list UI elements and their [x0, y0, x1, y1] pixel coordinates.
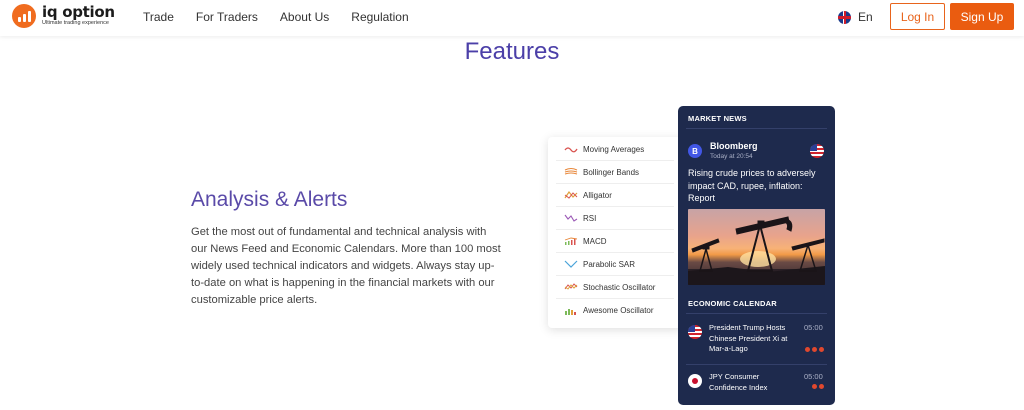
importance-indicator: [805, 347, 824, 352]
login-button[interactable]: Log In: [890, 3, 945, 30]
calendar-event-title[interactable]: JPY Consumer Confidence Index: [709, 372, 799, 393]
alligator-icon: [564, 190, 578, 199]
language-selector[interactable]: En: [838, 10, 873, 24]
indicator-item[interactable]: Bollinger Bands: [556, 161, 674, 184]
indicator-label: Bollinger Bands: [583, 167, 640, 177]
nav-for-traders[interactable]: For Traders: [196, 10, 258, 24]
nav-about-us[interactable]: About Us: [280, 10, 329, 24]
rsi-icon: [564, 214, 578, 222]
logo-name: iq option: [42, 3, 115, 22]
indicators-list: Moving Averages Bollinger Bands Alligato…: [548, 137, 682, 328]
us-flag-icon: [688, 325, 702, 339]
market-news-header: MARKET NEWS: [688, 114, 747, 123]
indicator-item[interactable]: Awesome Oscillator: [556, 299, 674, 322]
bollinger-bands-icon: [564, 168, 578, 175]
indicator-label: Parabolic SAR: [583, 259, 636, 269]
calendar-event-time: 05:00: [804, 323, 823, 332]
news-timestamp: Today at 20:54: [710, 153, 753, 160]
signup-button[interactable]: Sign Up: [950, 3, 1014, 30]
indicator-label: Awesome Oscillator: [583, 306, 654, 315]
calendar-event-time: 05:00: [804, 372, 823, 381]
divider: [686, 313, 827, 314]
calendar-event-title[interactable]: President Trump Hosts Chinese President …: [709, 323, 799, 355]
logo-tagline: Ultimate trading experience: [42, 20, 109, 27]
main-nav: Trade For Traders About Us Regulation: [143, 0, 431, 33]
logo-bars-icon: [12, 4, 36, 28]
indicator-label: Stochastic Oscillator: [583, 282, 656, 292]
indicator-item[interactable]: Stochastic Oscillator: [556, 276, 674, 299]
indicator-item[interactable]: Moving Averages: [556, 138, 674, 161]
indicator-label: RSI: [583, 213, 597, 223]
indicator-item[interactable]: Alligator: [556, 184, 674, 207]
news-headline[interactable]: Rising crude prices to adversely impact …: [688, 167, 828, 205]
indicator-item[interactable]: RSI: [556, 207, 674, 230]
news-source-avatar: B: [688, 144, 702, 158]
stochastic-oscillator-icon: [564, 283, 578, 290]
divider: [686, 128, 827, 129]
divider: [686, 364, 827, 365]
economic-calendar-header: ECONOMIC CALENDAR: [688, 299, 777, 308]
page-title: Features: [464, 38, 560, 65]
top-header: iq option Ultimate trading experience Tr…: [0, 0, 1024, 36]
awesome-oscillator-icon: [565, 308, 576, 315]
parabolic-sar-icon: [564, 260, 578, 268]
indicator-label: MACD: [583, 236, 607, 246]
news-source-name: Bloomberg: [710, 141, 758, 151]
indicator-item[interactable]: Parabolic SAR: [556, 253, 674, 276]
importance-indicator: [812, 384, 824, 389]
nav-regulation[interactable]: Regulation: [351, 10, 408, 24]
indicator-item[interactable]: MACD: [556, 230, 674, 253]
uk-flag-icon: [838, 10, 851, 24]
logo[interactable]: iq option Ultimate trading experience: [12, 4, 115, 28]
market-news-panel: MARKET NEWS B Bloomberg Today at 20:54 R…: [678, 106, 835, 405]
moving-averages-icon: [564, 147, 578, 153]
macd-icon: [564, 237, 578, 245]
indicator-label: Alligator: [583, 190, 612, 200]
us-flag-icon: [810, 144, 824, 158]
indicator-label: Moving Averages: [583, 144, 645, 154]
section-description: Get the most out of fundamental and tech…: [191, 226, 501, 306]
nav-trade[interactable]: Trade: [143, 10, 174, 24]
japan-flag-icon: [688, 374, 702, 388]
language-label: En: [858, 10, 873, 24]
section-title: Analysis & Alerts: [191, 188, 348, 211]
oil-pumps-image: [688, 209, 825, 285]
